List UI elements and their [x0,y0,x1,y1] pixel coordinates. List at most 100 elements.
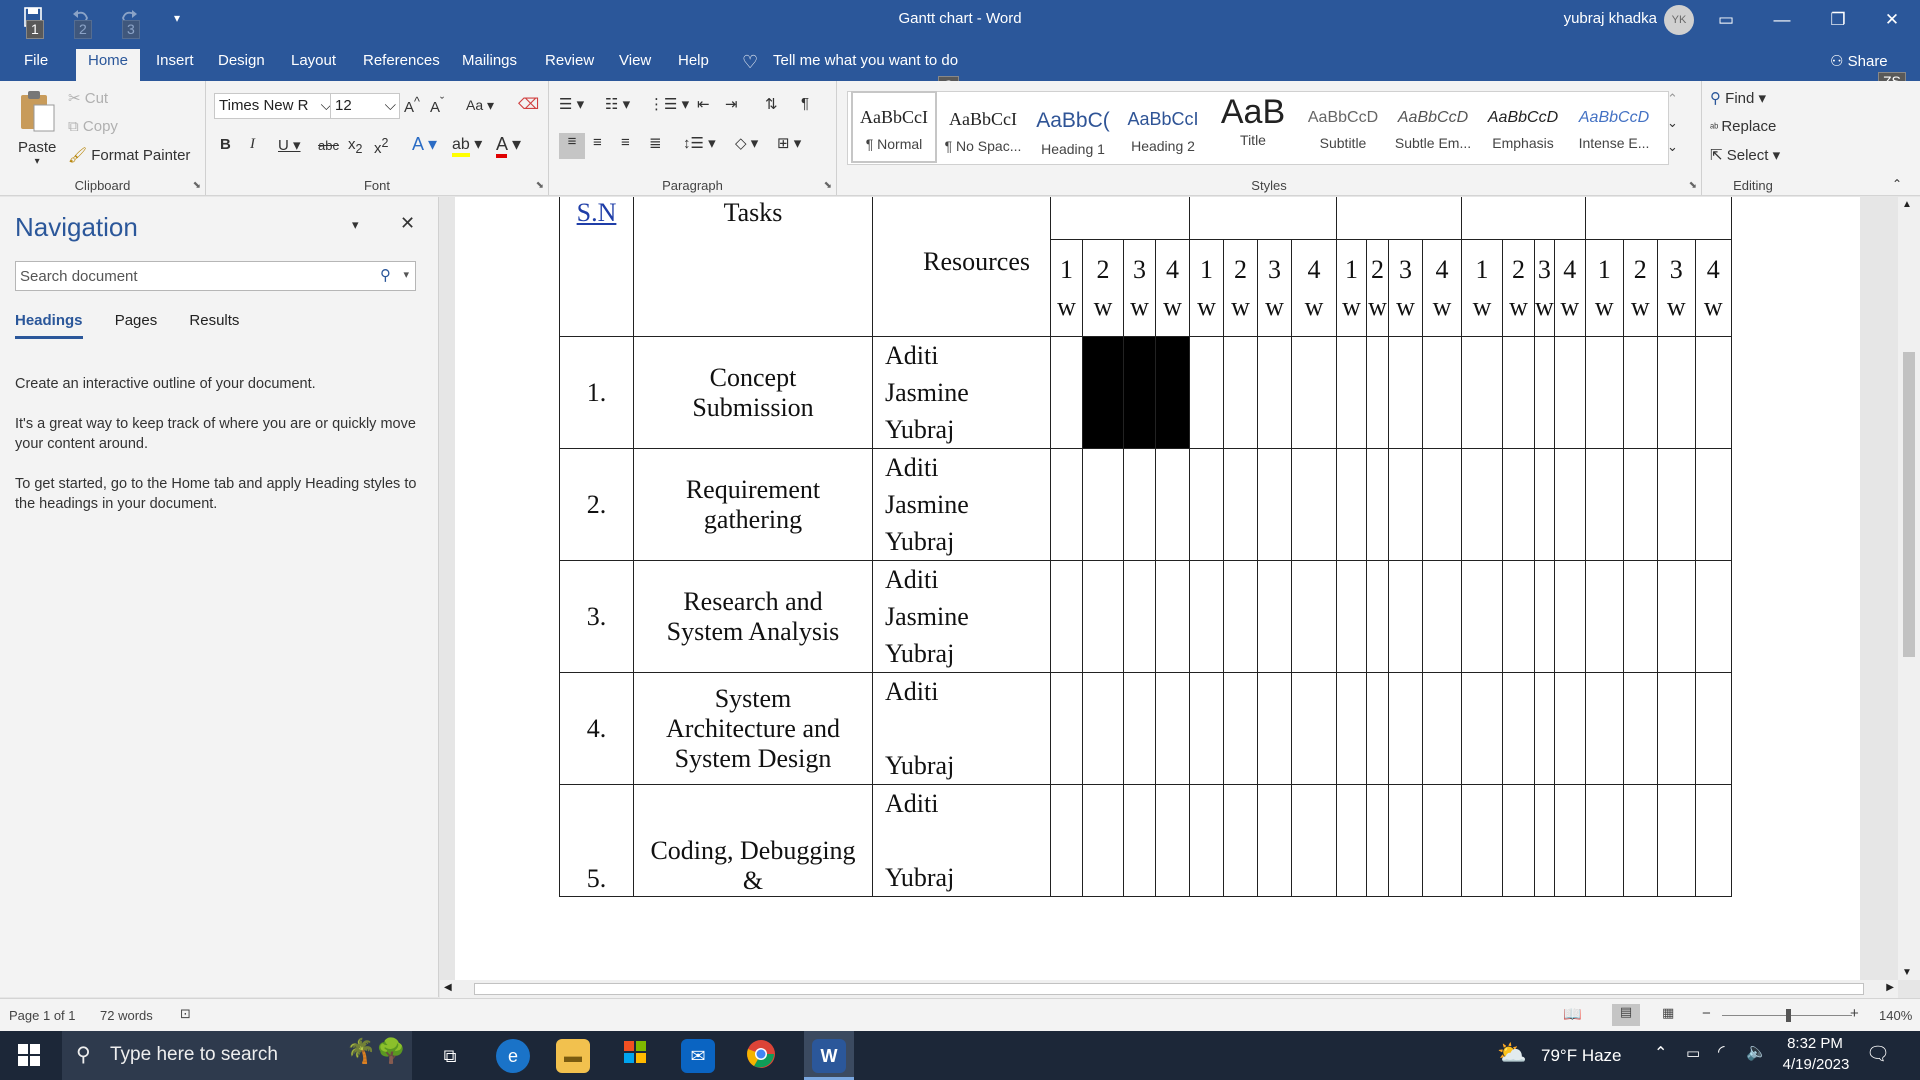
user-name[interactable]: yubraj khadka [1564,10,1657,27]
subscript-icon[interactable]: x2 [348,136,362,156]
shading-icon[interactable]: ◇ ▾ [735,134,758,152]
scroll-down-icon[interactable]: ▼ [1902,967,1912,978]
format-painter-button[interactable]: 🖌 Format Painter [68,146,190,164]
tab-layout[interactable]: LayoutP [291,52,336,106]
zoom-in-icon[interactable]: + [1850,1005,1859,1022]
increase-indent-icon[interactable]: ⇥ [725,95,738,113]
chevron-down-icon[interactable]: ▾ [403,268,409,281]
style-heading-1[interactable]: AaBbC(Heading 1 [1029,91,1117,163]
scroll-thumb[interactable] [474,983,1864,995]
restore-icon[interactable]: ❐ [1810,0,1866,41]
tab-review[interactable]: ReviewR [545,52,594,106]
sort-icon[interactable]: ⇅ [765,95,778,113]
show-marks-icon[interactable]: ¶ [801,95,809,112]
close-pane-icon[interactable]: ✕ [400,213,415,234]
minimize-icon[interactable]: — [1754,0,1810,41]
font-color-icon[interactable]: A ▾ [496,134,521,158]
pane-options-icon[interactable]: ▾ [352,217,359,233]
bullets-icon[interactable]: ☰ ▾ [559,95,584,113]
word-taskbar-button[interactable]: W [804,1031,854,1080]
file-explorer-icon[interactable]: ▬ [556,1039,590,1073]
windows-start-icon[interactable] [18,1044,40,1070]
decrease-indent-icon[interactable]: ⇤ [697,95,710,113]
read-mode-icon[interactable]: 📖 [1563,1005,1582,1023]
notifications-icon[interactable]: 🗨 [1866,1042,1890,1066]
copy-button[interactable]: ⧉ Copy [68,118,118,135]
mail-icon[interactable]: ✉ [681,1039,715,1073]
chevron-down-icon[interactable]: ⌵ [385,97,396,114]
taskbar-search-input[interactable]: ⚲ Type here to search 🌴🌳 [62,1031,412,1080]
bold-icon[interactable]: B [220,136,231,153]
borders-icon[interactable]: ⊞ ▾ [777,134,801,152]
share-button[interactable]: ⚇ ShareZS [1830,52,1906,91]
dialog-launcher-icon[interactable]: ⬊ [193,180,201,191]
clock-time[interactable]: 8:32 PM [1786,1035,1844,1052]
style-heading-2[interactable]: AaBbCcI Heading 2 [1119,91,1207,163]
tab-references[interactable]: ReferencesS [363,52,440,106]
avatar[interactable]: YK [1664,5,1694,35]
zoom-level[interactable]: 140% [1879,1008,1912,1023]
highlight-icon[interactable]: ab ▾ [452,134,482,157]
print-layout-icon[interactable]: ▤ [1612,1004,1640,1026]
replace-button[interactable]: ᵃᵇ Replace [1710,118,1776,135]
style-no-spacing[interactable]: AaBbCcI ¶ No Spac... [939,91,1027,163]
style-intense-emphasis[interactable]: AaBbCcD Intense E... [1569,91,1659,163]
document-area[interactable]: S.N Tasks Resources 1w2w3w4w1w2w3w4w1w2w… [455,197,1898,980]
tab-results[interactable]: Results [189,312,239,329]
style-subtle-emphasis[interactable]: AaBbCcD Subtle Em... [1389,91,1477,163]
scroll-up-icon[interactable]: ▲ [1902,199,1912,210]
paste-button[interactable]: Paste ▾ [18,89,56,167]
vertical-scrollbar[interactable]: ▲ ▼ [1898,197,1920,980]
more-styles-icon[interactable]: ⌄ [1667,139,1678,155]
style-normal[interactable]: AaBbCcI ¶ Normal [851,91,937,163]
justify-icon[interactable]: ≣ [649,134,662,152]
dialog-launcher-icon[interactable]: ⬊ [536,180,544,191]
edge-icon[interactable]: e [496,1039,530,1073]
tab-headings[interactable]: Headings [15,312,83,339]
cut-button[interactable]: ✂ Cut [68,89,108,107]
change-case-icon[interactable]: Aa ▾ [466,97,494,114]
proofing-icon[interactable]: ⊡ [180,1006,191,1022]
strikethrough-icon[interactable]: abc [318,138,339,153]
tab-design[interactable]: DesignG [218,52,265,106]
wifi-icon[interactable]: ◜ [1718,1042,1725,1062]
search-icon[interactable]: ⚲ [380,266,391,284]
underline-icon[interactable]: U ▾ [278,136,301,154]
superscript-icon[interactable]: x2 [374,136,388,157]
text-effects-icon[interactable]: A ▾ [412,134,437,155]
web-layout-icon[interactable]: ▦ [1662,1005,1674,1021]
scroll-right-icon[interactable]: ▶ [1886,982,1894,993]
italic-icon[interactable]: I [250,136,255,153]
tab-insert[interactable]: InsertN [156,52,194,106]
dialog-launcher-icon[interactable]: ⬊ [824,180,832,191]
zoom-out-icon[interactable]: − [1702,1005,1711,1022]
chevron-up-icon[interactable]: ⌃ [1654,1043,1667,1063]
page-count[interactable]: Page 1 of 1 [9,1008,76,1023]
shrink-font-icon[interactable]: Aˇ [430,95,444,116]
grow-font-icon[interactable]: A^ [404,95,420,116]
line-spacing-icon[interactable]: ↕☰ ▾ [683,134,716,152]
numbering-icon[interactable]: ☷ ▾ [605,95,630,113]
weather-text[interactable]: 79°F Haze [1541,1046,1622,1066]
volume-icon[interactable]: 🔈 [1746,1042,1767,1062]
tell-me-box[interactable]: Tell me what you want to doQ [773,52,959,95]
scroll-down-icon[interactable]: ⌄ [1667,115,1678,131]
document-page[interactable]: S.N Tasks Resources 1w2w3w4w1w2w3w4w1w2w… [455,197,1860,980]
scroll-up-icon[interactable]: ⌃ [1667,91,1678,107]
scroll-left-icon[interactable]: ◀ [444,982,452,993]
ribbon-display-options-icon[interactable]: ▭ [1698,0,1754,41]
close-icon[interactable]: ✕ [1864,0,1920,41]
clock-date[interactable]: 4/19/2023 [1776,1056,1856,1073]
chevron-down-icon[interactable]: ▾ [18,156,56,167]
tab-view[interactable]: ViewW [619,52,651,106]
tab-file[interactable]: FileF [24,52,48,106]
nav-search-input[interactable]: Search document ⚲ ▾ [15,261,416,291]
find-button[interactable]: ⚲ Find ▾ [1710,89,1766,107]
zoom-thumb[interactable] [1786,1009,1791,1022]
clear-formatting-icon[interactable]: ⌫ [518,95,539,113]
style-subtitle[interactable]: AaBbCcD Subtitle [1299,91,1387,163]
style-title[interactable]: AaB Title [1209,91,1297,163]
tab-home[interactable]: HomeH [76,49,141,103]
center-icon[interactable]: ≡ [593,134,602,151]
multilevel-list-icon[interactable]: ⋮☰ ▾ [649,95,689,113]
